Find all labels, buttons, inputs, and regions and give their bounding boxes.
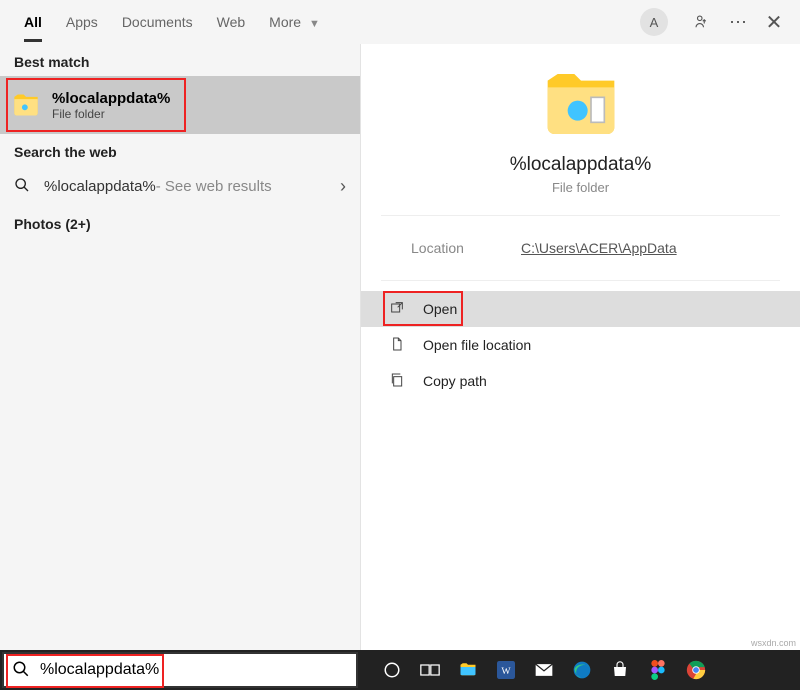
- web-result-query: %localappdata%: [44, 178, 156, 195]
- taskbar-search[interactable]: [2, 652, 358, 688]
- tab-apps[interactable]: Apps: [54, 4, 110, 40]
- location-row: Location C:\Users\ACER\AppData: [381, 216, 780, 281]
- action-copy-path[interactable]: Copy path: [361, 363, 800, 399]
- search-input[interactable]: [38, 660, 348, 680]
- label-search-web: Search the web: [0, 134, 360, 166]
- action-copy-path-label: Copy path: [423, 373, 487, 389]
- figma-icon[interactable]: [646, 658, 670, 682]
- edge-icon[interactable]: [570, 658, 594, 682]
- chevron-right-icon: ›: [340, 176, 346, 197]
- folder-icon: [541, 64, 621, 144]
- file-explorer-icon[interactable]: [456, 658, 480, 682]
- action-open-file-location[interactable]: Open file location: [361, 327, 800, 363]
- label-best-match: Best match: [0, 44, 360, 76]
- search-icon: [14, 177, 34, 196]
- word-icon[interactable]: W: [494, 658, 518, 682]
- details-title: %localappdata%: [510, 154, 652, 176]
- folder-icon: [12, 91, 40, 119]
- location-path[interactable]: C:\Users\ACER\AppData: [521, 240, 677, 256]
- tab-documents[interactable]: Documents: [110, 4, 205, 40]
- web-result-row[interactable]: %localappdata% - See web results ›: [0, 166, 360, 206]
- open-icon: [389, 300, 411, 319]
- chevron-down-icon: ▼: [309, 18, 320, 30]
- tab-more[interactable]: More ▼: [257, 4, 332, 40]
- action-open[interactable]: Open: [361, 291, 800, 327]
- details-header: %localappdata% File folder: [381, 44, 780, 216]
- details-subtitle: File folder: [552, 180, 609, 195]
- best-match-title: %localappdata%: [52, 90, 170, 107]
- results-pane: Best match %localappdata% File folder Se…: [0, 44, 360, 650]
- cortana-icon[interactable]: [380, 658, 404, 682]
- copy-icon: [389, 372, 411, 391]
- feedback-icon[interactable]: [684, 4, 720, 40]
- tab-web[interactable]: Web: [205, 4, 258, 40]
- search-scope-tabs: All Apps Documents Web More ▼ A ⋯ ✕: [0, 0, 800, 44]
- taskbar-icons: W: [358, 658, 708, 682]
- mail-icon[interactable]: [532, 658, 556, 682]
- svg-text:W: W: [501, 666, 511, 677]
- best-match-subtitle: File folder: [52, 107, 170, 121]
- taskbar: W: [0, 650, 800, 690]
- tab-all[interactable]: All: [12, 4, 54, 40]
- web-result-suffix: - See web results: [156, 178, 272, 195]
- user-avatar[interactable]: A: [640, 8, 668, 36]
- chrome-icon[interactable]: [684, 658, 708, 682]
- file-location-icon: [389, 336, 411, 355]
- options-icon[interactable]: ⋯: [720, 4, 756, 40]
- action-open-label: Open: [423, 301, 457, 317]
- search-icon: [12, 660, 30, 681]
- action-open-file-location-label: Open file location: [423, 337, 531, 353]
- close-icon[interactable]: ✕: [756, 4, 792, 40]
- watermark: wsxdn.com: [751, 638, 796, 648]
- tab-more-label: More: [269, 14, 301, 30]
- location-label: Location: [411, 240, 521, 256]
- task-view-icon[interactable]: [418, 658, 442, 682]
- best-match-result[interactable]: %localappdata% File folder: [0, 76, 360, 134]
- label-photos: Photos (2+): [0, 206, 360, 238]
- details-pane: %localappdata% File folder Location C:\U…: [360, 44, 800, 650]
- store-icon[interactable]: [608, 658, 632, 682]
